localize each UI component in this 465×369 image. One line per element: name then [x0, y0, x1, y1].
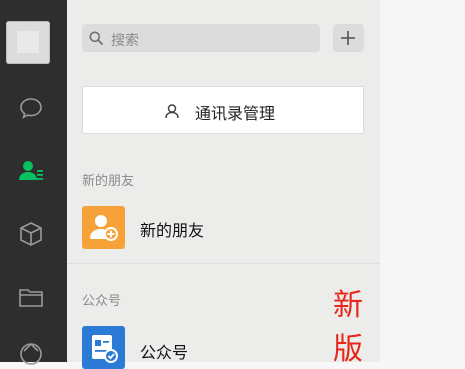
favorites-icon[interactable] [16, 219, 46, 249]
content-area [380, 0, 465, 362]
files-icon[interactable] [16, 282, 46, 312]
contacts-manage-icon [163, 102, 181, 120]
plus-icon [341, 31, 355, 45]
search-icon [88, 30, 104, 46]
contacts-icon[interactable] [16, 156, 46, 186]
new-friend-icon [82, 206, 125, 249]
divider [67, 263, 380, 264]
contacts-panel: 搜索 通讯录管理 新的朋友 新的朋友 公众号 公众号 新版 [67, 0, 380, 369]
moments-icon[interactable] [16, 339, 46, 369]
add-button[interactable] [333, 24, 364, 52]
official-accounts-label: 公众号 [140, 343, 189, 362]
section-title-new-friends: 新的朋友 [82, 174, 135, 189]
search-input[interactable]: 搜索 [82, 24, 320, 52]
manage-contacts-label: 通讯录管理 [195, 104, 276, 123]
search-placeholder: 搜索 [111, 33, 139, 49]
sidebar [0, 0, 67, 365]
manage-contacts-button[interactable]: 通讯录管理 [82, 86, 364, 134]
version-annotation: 新版 [333, 288, 363, 367]
chat-icon[interactable] [16, 93, 46, 123]
section-title-official-accounts: 公众号 [82, 294, 122, 309]
avatar[interactable] [6, 21, 50, 64]
new-friends-label: 新的朋友 [140, 221, 205, 240]
official-account-icon [82, 326, 125, 369]
